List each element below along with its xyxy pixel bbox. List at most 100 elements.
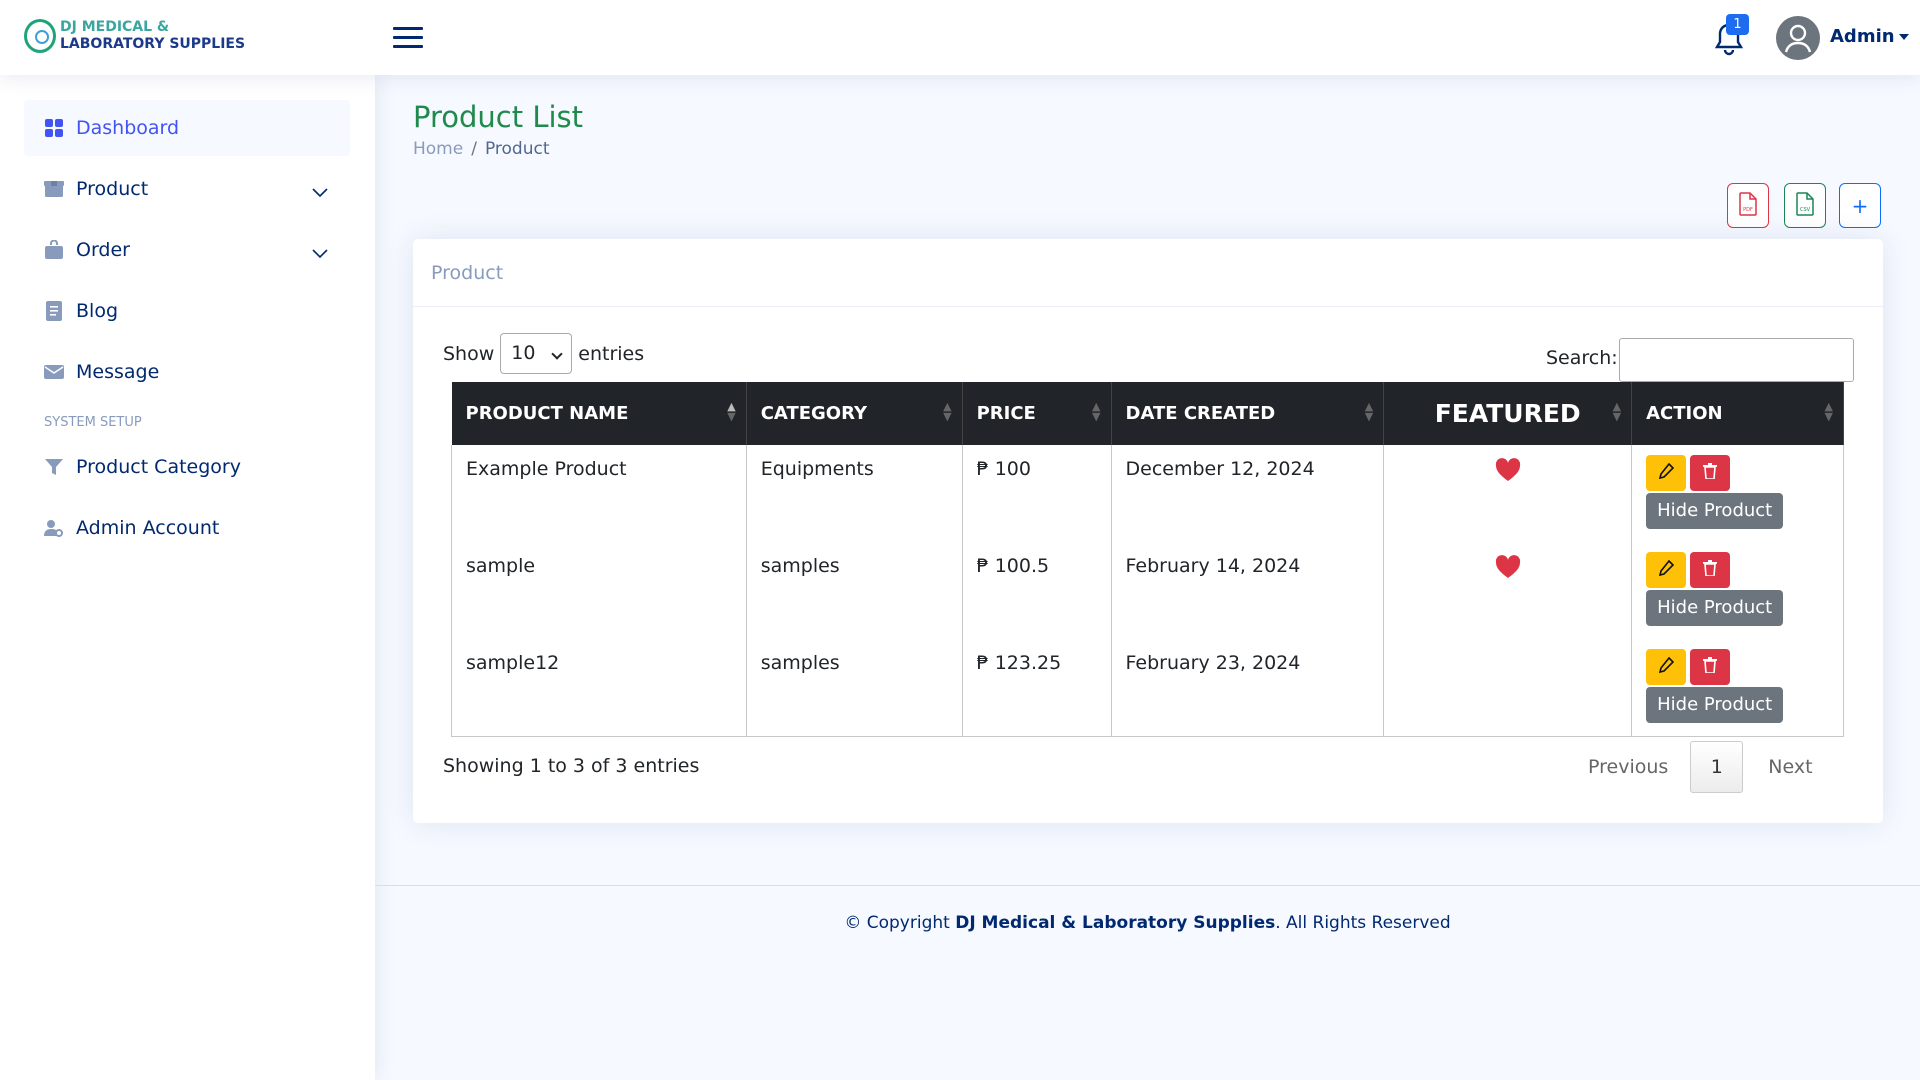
column-header-date-created[interactable]: DATE CREATED ▲ ▼	[1111, 382, 1385, 445]
delete-button[interactable]	[1690, 649, 1731, 685]
sidebar: Dashboard Product Order Blog Message SYS…	[0, 75, 375, 1080]
delete-button[interactable]	[1690, 455, 1731, 491]
cell-product-name: sample	[451, 542, 747, 639]
sidebar-item-admin-account[interactable]: Admin Account	[24, 500, 350, 556]
pdf-file-icon: PDF	[1739, 191, 1757, 220]
pagination: Previous 1 Next	[1588, 741, 1813, 793]
menu-toggle-icon[interactable]	[393, 27, 423, 49]
heart-icon[interactable]	[1495, 458, 1521, 482]
table-row: Example Product Equipments ₱ 100 Decembe…	[451, 445, 1844, 542]
admin-dropdown[interactable]: Admin	[1830, 26, 1909, 47]
cell-price: ₱ 123.25	[962, 639, 1112, 737]
show-label: Show	[443, 342, 495, 365]
cell-date: February 23, 2024	[1111, 639, 1385, 737]
product-card: Product Show 10 entries Search: PRODUCT …	[413, 239, 1883, 823]
logo-mark-icon	[24, 19, 56, 53]
footer-prefix: © Copyright	[844, 913, 956, 933]
brand-line-2: LABORATORY SUPPLIES	[60, 36, 246, 52]
breadcrumb: Home / Product	[413, 139, 550, 159]
sidebar-item-label: Dashboard	[76, 117, 180, 139]
svg-text:CSV: CSV	[1800, 207, 1811, 213]
hide-product-button[interactable]: Hide Product	[1646, 493, 1784, 529]
sidebar-item-label: Product Category	[76, 456, 241, 478]
edit-button[interactable]	[1646, 649, 1687, 685]
sort-icon: ▲ ▼	[1824, 400, 1833, 423]
edit-button[interactable]	[1646, 552, 1687, 588]
cell-product-name: Example Product	[451, 445, 747, 542]
previous-page-button[interactable]: Previous	[1588, 756, 1668, 778]
grid-icon	[44, 118, 64, 138]
cell-action: Hide Product	[1631, 542, 1844, 639]
hide-product-button[interactable]: Hide Product	[1646, 687, 1784, 723]
trash-icon	[1703, 656, 1718, 678]
table-row: sample12 samples ₱ 123.25 February 23, 2…	[451, 639, 1844, 737]
edit-button[interactable]	[1646, 455, 1687, 491]
sidebar-item-order[interactable]: Order	[24, 222, 350, 278]
sidebar-item-product[interactable]: Product	[24, 161, 350, 217]
add-product-button[interactable]: +	[1839, 183, 1881, 228]
card-title: Product	[413, 239, 1883, 307]
page-1-button[interactable]: 1	[1690, 741, 1744, 793]
sidebar-item-label: Blog	[76, 300, 118, 322]
sort-icon: ▲ ▼	[943, 400, 952, 423]
user-gear-icon	[44, 518, 64, 538]
sort-icon: ▲ ▼	[1364, 400, 1374, 423]
sidebar-item-dashboard[interactable]: Dashboard	[24, 100, 350, 156]
cell-price: ₱ 100	[962, 445, 1112, 542]
sidebar-item-label: Order	[76, 239, 130, 261]
csv-file-icon: CSV	[1796, 191, 1814, 220]
export-pdf-button[interactable]: PDF	[1727, 183, 1769, 228]
sort-icon: ▲ ▼	[1092, 400, 1101, 423]
brand-line-1: DJ MEDICAL &	[60, 19, 170, 35]
next-page-button[interactable]: Next	[1768, 756, 1812, 778]
sidebar-item-product-category[interactable]: Product Category	[24, 439, 350, 495]
box-icon	[44, 179, 64, 199]
column-header-product-name[interactable]: PRODUCT NAME ▲ ▼	[451, 382, 747, 445]
column-header-category[interactable]: CATEGORY ▲ ▼	[746, 382, 963, 445]
column-header-featured[interactable]: FEATURED ▲ ▼	[1383, 382, 1633, 445]
column-label: ACTION	[1646, 403, 1723, 424]
footer: © Copyright DJ Medical & Laboratory Supp…	[375, 885, 1920, 933]
admin-name: Admin	[1830, 26, 1895, 47]
column-label: PRODUCT NAME	[465, 403, 629, 424]
sidebar-item-blog[interactable]: Blog	[24, 283, 350, 339]
column-label: DATE CREATED	[1125, 403, 1276, 424]
column-label: PRICE	[976, 403, 1036, 424]
entries-label: entries	[578, 342, 645, 365]
pencil-icon	[1658, 462, 1675, 484]
avatar[interactable]	[1776, 16, 1820, 60]
column-label: CATEGORY	[760, 403, 868, 424]
entries-length-control: Show 10 entries	[443, 333, 644, 374]
column-header-action[interactable]: ACTION ▲ ▼	[1631, 382, 1844, 445]
search-input[interactable]	[1619, 338, 1854, 382]
svg-text:PDF: PDF	[1743, 207, 1753, 213]
product-table: PRODUCT NAME ▲ ▼ CATEGORY ▲ ▼ PRICE ▲ ▼ DATE C…	[451, 382, 1844, 737]
cell-category: samples	[746, 542, 963, 639]
export-csv-button[interactable]: CSV	[1784, 183, 1826, 228]
caret-down-icon	[1898, 34, 1909, 40]
hide-product-button[interactable]: Hide Product	[1646, 590, 1784, 626]
add-label: +	[1851, 193, 1869, 218]
delete-button[interactable]	[1690, 552, 1731, 588]
sidebar-section-heading: SYSTEM SETUP	[44, 415, 142, 430]
table-info: Showing 1 to 3 of 3 entries	[443, 755, 700, 777]
chevron-down-icon	[312, 181, 328, 203]
brand-logo[interactable]: DJ MEDICAL & LABORATORY SUPPLIES	[24, 19, 245, 53]
pencil-icon	[1658, 656, 1675, 678]
envelope-icon	[44, 362, 64, 382]
cell-product-name: sample12	[451, 639, 747, 737]
entries-select[interactable]: 10	[500, 333, 573, 374]
column-label: FEATURED	[1434, 399, 1581, 428]
brand-name: DJ MEDICAL & LABORATORY SUPPLIES	[60, 19, 245, 53]
sort-icon: ▲ ▼	[1612, 400, 1622, 423]
trash-icon	[1703, 462, 1718, 484]
heart-icon[interactable]	[1495, 555, 1521, 579]
cell-featured	[1383, 639, 1633, 737]
column-header-price[interactable]: PRICE ▲ ▼	[962, 382, 1112, 445]
cell-featured	[1383, 542, 1633, 639]
sidebar-item-message[interactable]: Message	[24, 344, 350, 400]
cell-action: Hide Product	[1631, 445, 1844, 542]
funnel-icon	[44, 457, 64, 477]
notification-badge: 1	[1726, 14, 1749, 35]
breadcrumb-home[interactable]: Home	[413, 139, 463, 159]
